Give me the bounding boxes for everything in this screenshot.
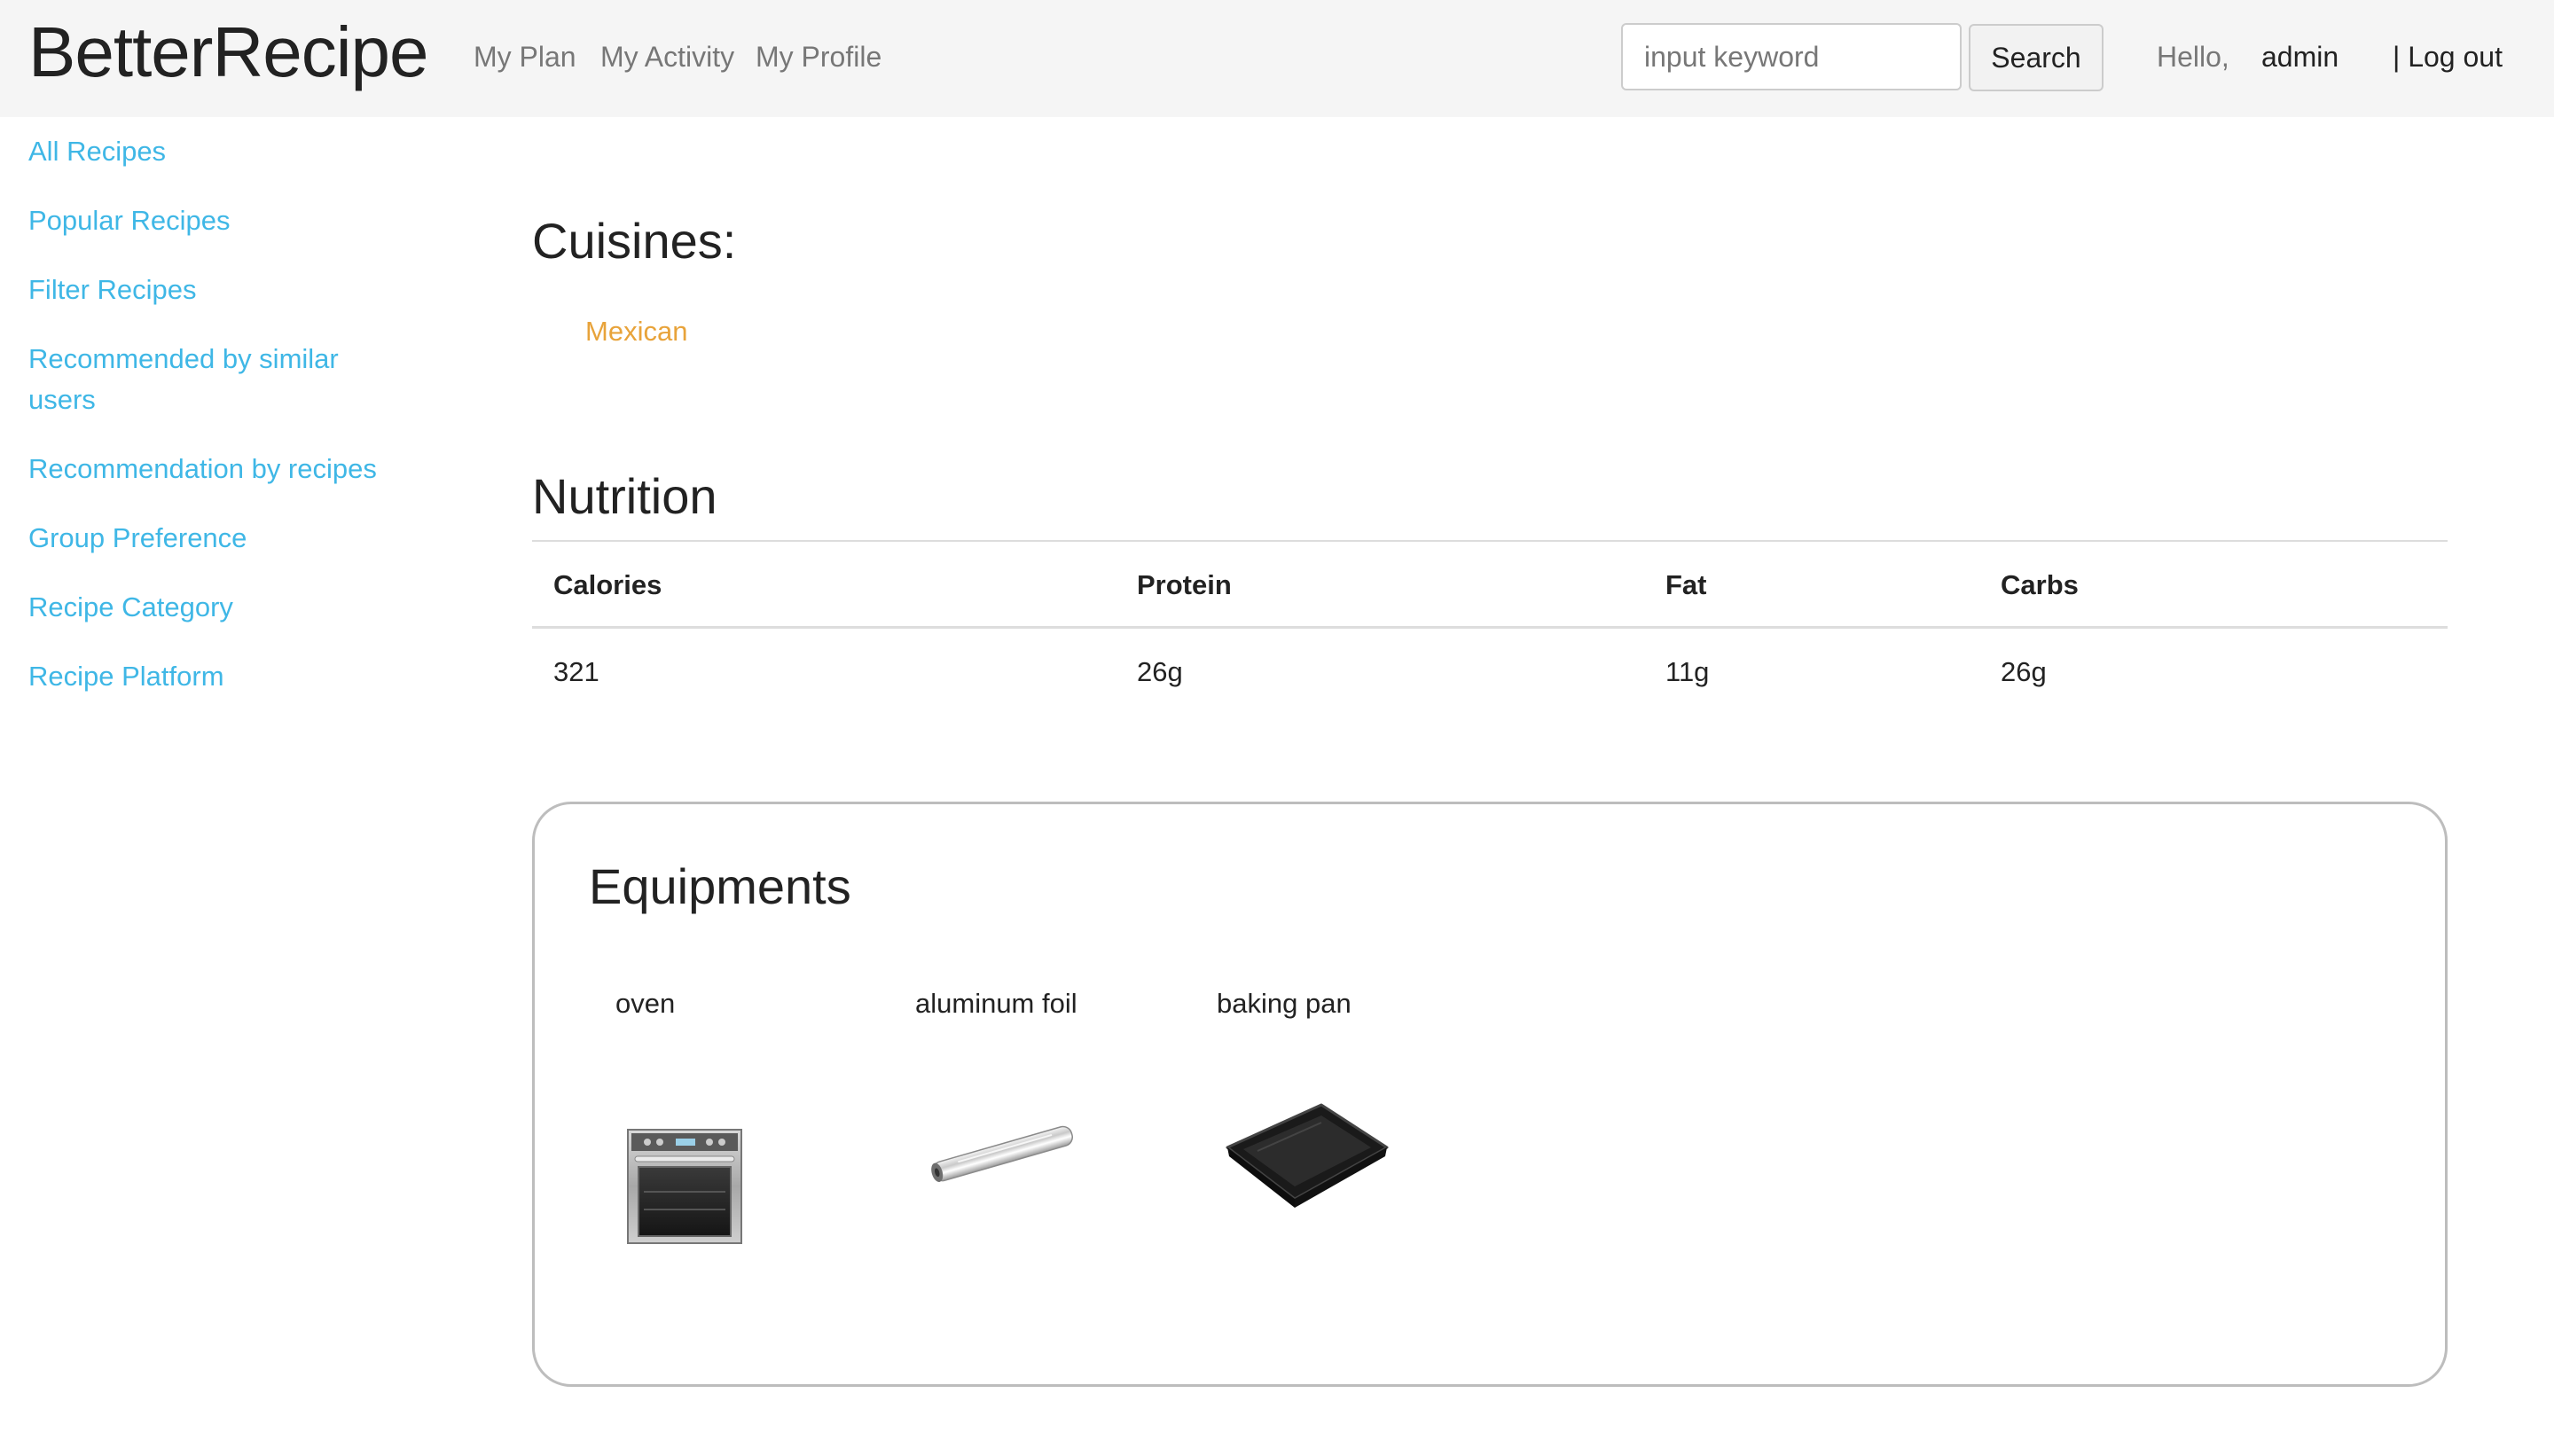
nav-my-plan[interactable]: My Plan <box>474 39 576 74</box>
search-button[interactable]: Search <box>1969 24 2104 91</box>
aluminum-foil-image <box>931 1125 1073 1182</box>
nutrition-value-fat: 11g <box>1665 656 1710 687</box>
cuisine-tag-mexican[interactable]: Mexican <box>585 314 687 349</box>
nutrition-header-protein: Protein <box>1137 569 1232 600</box>
nutrition-header-fat: Fat <box>1665 569 1707 600</box>
nutrition-title: Nutrition <box>532 468 717 524</box>
equipment-name-aluminum-foil: aluminum foil <box>915 988 1077 1019</box>
sidebar-item-group-preference[interactable]: Group Preference <box>28 518 401 559</box>
sidebar-item-recipe-category[interactable]: Recipe Category <box>28 587 401 628</box>
sidebar-item-recommendation-by-recipes[interactable]: Recommendation by recipes <box>28 449 401 489</box>
nutrition-header-carbs: Carbs <box>2001 569 2079 600</box>
sidebar-item-recipe-platform[interactable]: Recipe Platform <box>28 656 401 697</box>
logout-link[interactable]: | Log out <box>2393 39 2503 74</box>
brand-logo[interactable]: BetterRecipe <box>28 12 428 92</box>
nutrition-divider <box>532 540 2448 542</box>
nutrition-value-protein: 26g <box>1137 656 1183 687</box>
search-input[interactable] <box>1621 23 1962 90</box>
sidebar-item-filter-recipes[interactable]: Filter Recipes <box>28 270 401 310</box>
nav-my-profile[interactable]: My Profile <box>756 39 881 74</box>
equipments-title: Equipments <box>589 858 851 914</box>
oven-image <box>627 1129 742 1244</box>
nav-my-activity[interactable]: My Activity <box>600 39 734 74</box>
nutrition-value-calories: 321 <box>553 656 599 687</box>
nutrition-header-divider <box>532 626 2448 629</box>
nutrition-header-calories: Calories <box>553 569 662 600</box>
sidebar-item-popular-recipes[interactable]: Popular Recipes <box>28 200 401 241</box>
cuisines-title: Cuisines: <box>532 213 737 269</box>
sidebar-item-recommended-by-similar-users[interactable]: Recommended by similar users <box>28 339 365 420</box>
username-link[interactable]: admin <box>2261 39 2339 74</box>
equipment-name-oven: oven <box>615 988 676 1019</box>
sidebar-item-all-recipes[interactable]: All Recipes <box>28 131 401 172</box>
equipment-name-baking-pan: baking pan <box>1217 988 1351 1019</box>
baking-pan-image <box>1226 1103 1389 1208</box>
nutrition-value-carbs: 26g <box>2001 656 2047 687</box>
greeting-text: Hello, <box>2157 41 2229 73</box>
top-navbar: BetterRecipe My Plan My Activity My Prof… <box>0 0 2554 117</box>
